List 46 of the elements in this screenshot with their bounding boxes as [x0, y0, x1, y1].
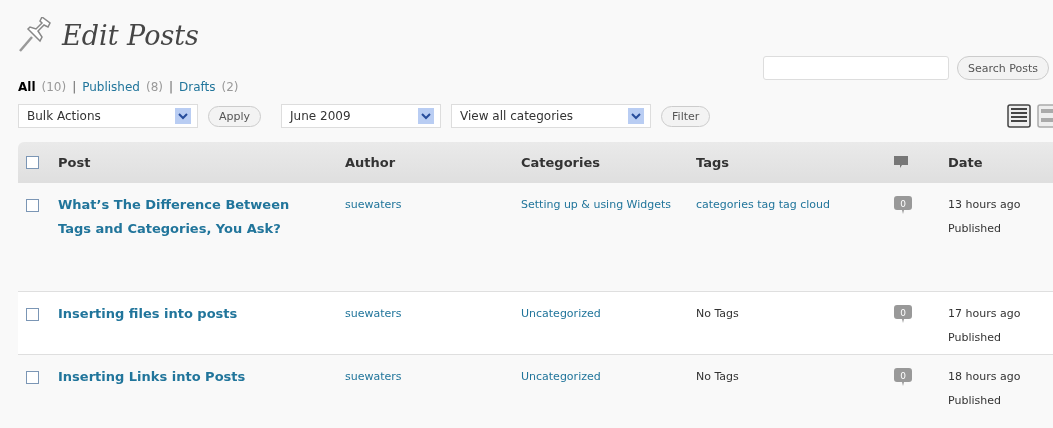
status-count: (10)	[41, 80, 67, 94]
select-all-checkbox[interactable]	[26, 155, 39, 169]
separator: |	[72, 80, 77, 94]
author-link[interactable]: suewaters	[345, 193, 521, 217]
row-checkbox[interactable]	[26, 371, 39, 384]
status-count: (8)	[146, 80, 163, 94]
filter-button[interactable]: Filter	[661, 105, 711, 127]
author-link[interactable]: suewaters	[345, 365, 521, 389]
post-title-link[interactable]: Inserting files into posts	[58, 302, 345, 354]
month-dropdown[interactable]: June 2009	[281, 104, 442, 128]
category-dropdown[interactable]: View all categories	[451, 104, 652, 128]
post-title-link[interactable]: What’s The Difference Between Tags and Categories, You Ask?	[58, 193, 345, 291]
page-title: Edit Posts	[62, 19, 199, 51]
status-count: (2)	[221, 80, 239, 94]
category-link[interactable]: Uncategorized	[521, 302, 680, 326]
status-filter-link[interactable]: Drafts	[179, 80, 216, 94]
date-text: 17 hours ago	[948, 306, 1022, 322]
category-link[interactable]: Uncategorized	[521, 365, 680, 389]
comment-icon	[893, 155, 909, 169]
column-header[interactable]: Date	[948, 154, 1053, 170]
pushpin-icon	[18, 17, 52, 53]
separator: |	[169, 80, 174, 94]
tag-links[interactable]: categories tag tag cloud	[696, 193, 853, 217]
author-link[interactable]: suewaters	[345, 302, 521, 326]
column-header[interactable]: Post	[58, 154, 345, 170]
column-header[interactable]: Categories	[521, 154, 696, 170]
post-title-link[interactable]: Inserting Links into Posts	[58, 365, 345, 417]
list-view-icon[interactable]	[1007, 104, 1031, 128]
category-link[interactable]: Setting up & using Widgets	[521, 193, 680, 217]
row-checkbox[interactable]	[26, 308, 39, 321]
status-filter-link[interactable]: All	[18, 80, 36, 94]
tags-text: No Tags	[696, 369, 740, 385]
date-text: 18 hours ago	[948, 369, 1022, 385]
apply-button[interactable]: Apply	[208, 105, 262, 127]
search-field[interactable]	[762, 56, 949, 80]
post-status: Published	[948, 393, 1002, 409]
column-header[interactable]: Author	[345, 154, 521, 170]
status-filter-link[interactable]: Published	[82, 80, 140, 94]
tags-text: No Tags	[696, 306, 740, 322]
search-posts-button[interactable]: Search Posts	[956, 56, 1049, 80]
column-header[interactable]: Tags	[696, 154, 893, 170]
post-status: Published	[948, 221, 1002, 237]
post-status: Published	[948, 330, 1002, 346]
bulk-actions-dropdown[interactable]: Bulk Actions	[18, 104, 198, 128]
date-text: 13 hours ago	[948, 197, 1022, 213]
row-checkbox[interactable]	[26, 199, 39, 212]
